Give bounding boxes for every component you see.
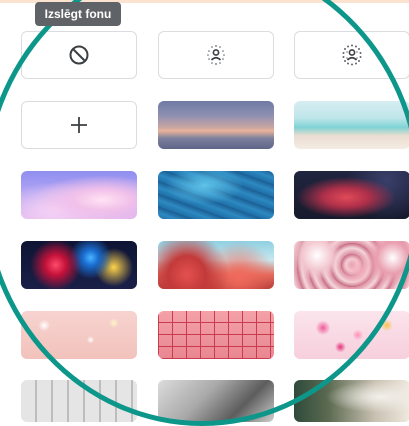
background-thumbnail-fireworks[interactable] — [21, 241, 137, 289]
block-icon — [69, 45, 89, 65]
background-thumbnail-office-hall[interactable] — [158, 380, 274, 422]
tooltip: Izslēgt fonu — [35, 2, 121, 26]
plus-icon — [71, 117, 87, 133]
background-thumbnail-water[interactable] — [158, 171, 274, 219]
blur-button[interactable] — [294, 31, 409, 79]
background-thumbnail-roses[interactable] — [294, 241, 409, 289]
background-thumbnail-pink-grid[interactable] — [158, 311, 274, 359]
background-thumbnail-clouds[interactable] — [21, 171, 137, 219]
background-grid — [0, 0, 409, 422]
background-thumbnail-office-wall[interactable] — [21, 380, 137, 422]
background-thumbnail-beach[interactable] — [294, 101, 409, 149]
background-thumbnail-sparkles[interactable] — [21, 311, 137, 359]
slight-blur-button[interactable] — [158, 31, 274, 79]
blur-person-icon — [207, 45, 225, 65]
blur-person-strong-icon — [342, 44, 362, 66]
add-image-button[interactable] — [21, 101, 137, 149]
background-thumbnail-nebula[interactable] — [294, 171, 409, 219]
background-thumbnail-blossoms[interactable] — [158, 241, 274, 289]
background-thumbnail-petals[interactable] — [294, 311, 409, 359]
background-thumbnail-office-room[interactable] — [294, 380, 409, 422]
no-background-button[interactable] — [21, 31, 137, 79]
background-thumbnail-sunset[interactable] — [158, 101, 274, 149]
